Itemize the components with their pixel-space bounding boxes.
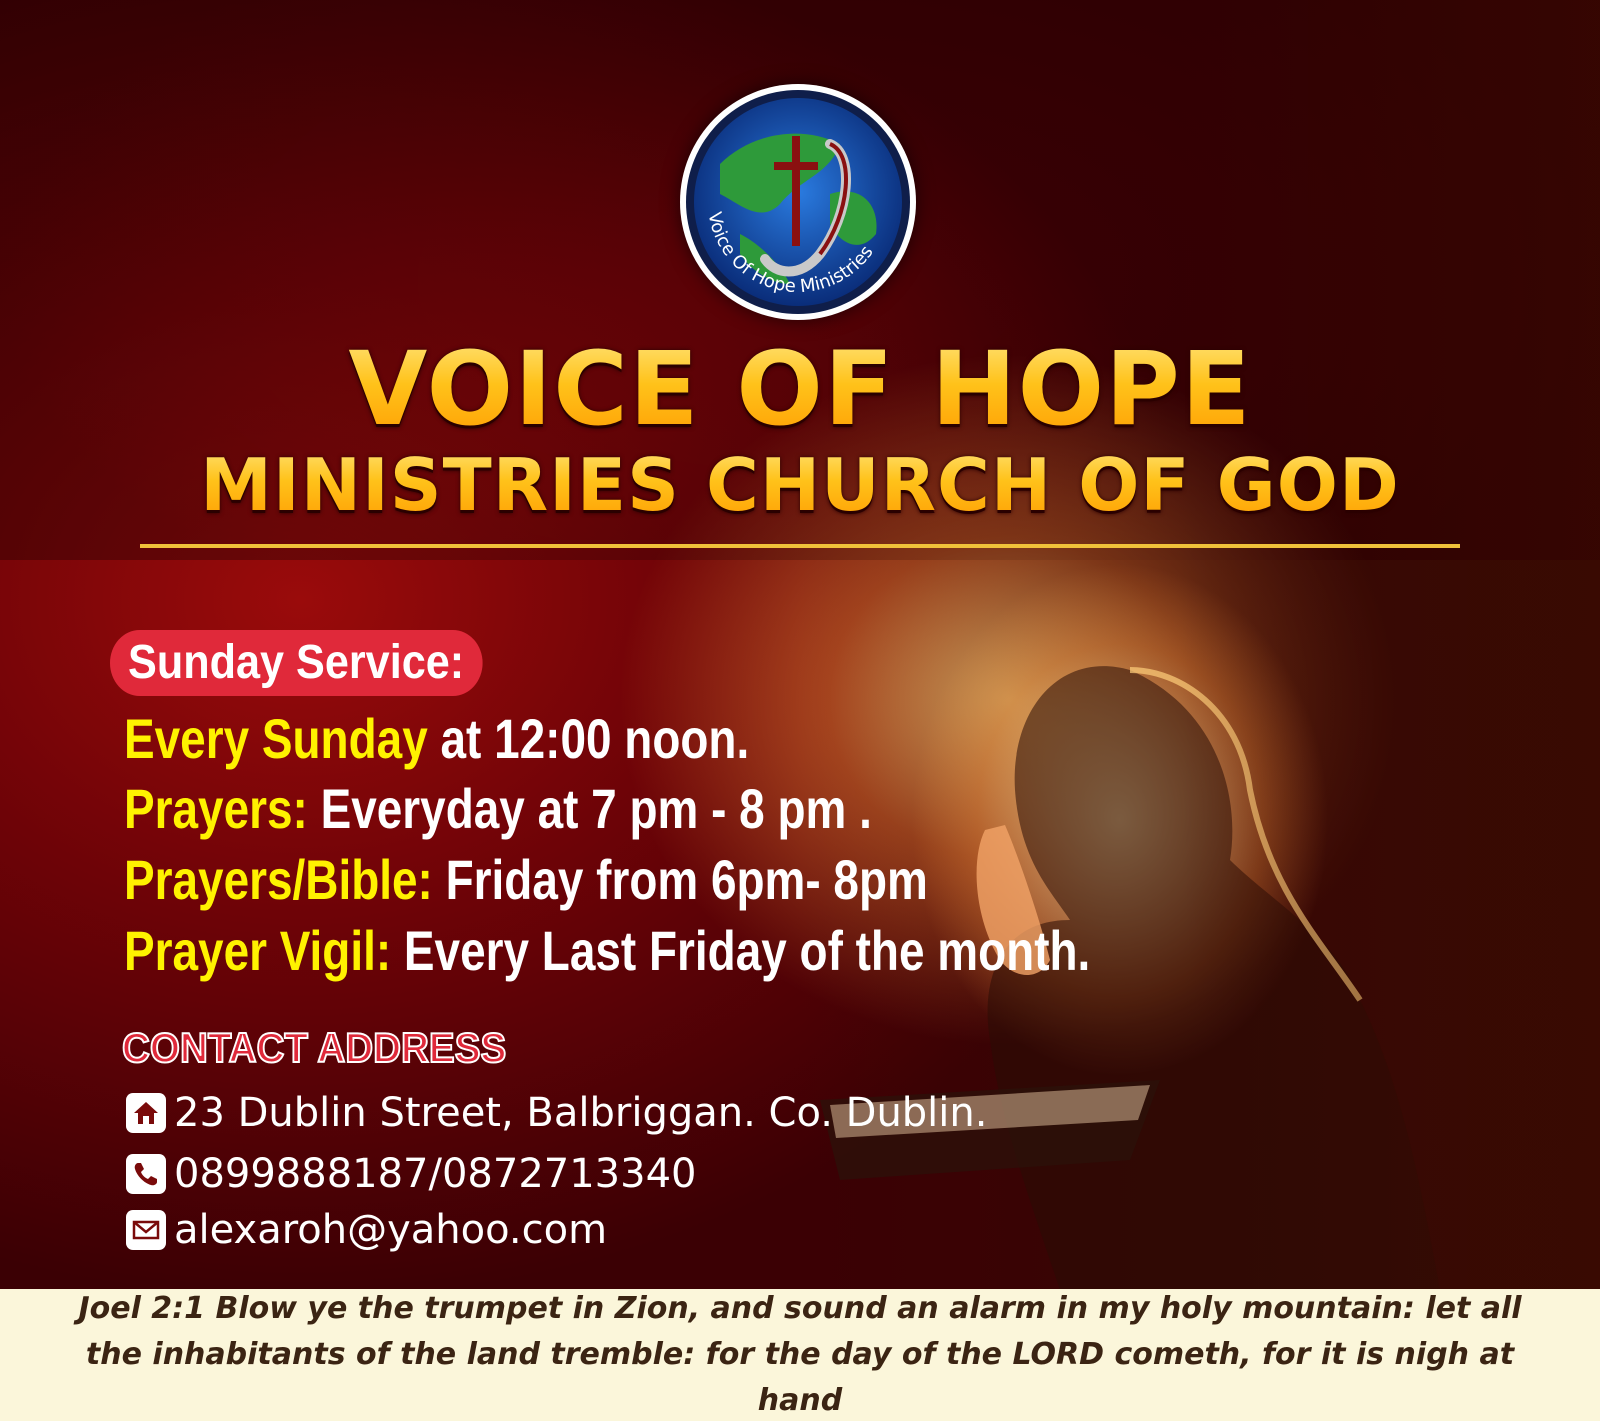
home-icon	[126, 1093, 166, 1133]
sunday-service-badge: Sunday Service:	[110, 630, 483, 696]
schedule-item: Prayer Vigil: Every Last Friday of the m…	[124, 916, 1090, 986]
schedule-text: at 12:00 noon.	[427, 707, 750, 770]
address-row: 23 Dublin Street, Balbriggan. Co. Dublin…	[126, 1087, 987, 1139]
schedule-item: Prayers/Bible: Friday from 6pm- 8pm	[124, 845, 928, 915]
schedule-label: Prayers/Bible:	[124, 848, 433, 911]
scripture-footer: Joel 2:1 Blow ye the trumpet in Zion, an…	[0, 1289, 1600, 1421]
scripture-verse: Joel 2:1 Blow ye the trumpet in Zion, an…	[78, 1291, 1522, 1418]
contact-heading: CONTACT ADDRESS	[121, 1023, 507, 1072]
phone-text[interactable]: 0899888187/0872713340	[174, 1148, 696, 1200]
address-text: 23 Dublin Street, Balbriggan. Co. Dublin…	[174, 1090, 988, 1136]
schedule-label: Prayers:	[124, 777, 308, 840]
ministry-logo: Voice Of Hope Ministries	[680, 84, 916, 320]
schedule-text: Friday from 6pm- 8pm	[432, 848, 928, 911]
gold-divider	[140, 544, 1460, 548]
title-line-1: VOICE OF HOPE	[0, 330, 1600, 450]
phone-row: 0899888187/0872713340	[126, 1148, 696, 1200]
phone-icon	[126, 1154, 166, 1194]
globe-cross-logo-icon: Voice Of Hope Ministries	[686, 90, 910, 314]
schedule-text: Every Last Friday of the month.	[391, 919, 1091, 982]
mail-icon	[126, 1210, 166, 1250]
schedule-text: Everyday at 7 pm - 8 pm .	[307, 777, 872, 840]
title-line-2: MINISTRIES CHURCH OF GOD	[0, 440, 1600, 530]
email-text[interactable]: alexaroh@yahoo.com	[174, 1204, 607, 1256]
schedule-item: Every Sunday at 12:00 noon.	[124, 704, 749, 774]
church-flyer: Voice Of Hope Ministries VOICE OF HOPE M…	[0, 0, 1600, 1421]
edge-shadow	[1180, 0, 1600, 1290]
schedule-label: Prayer Vigil:	[124, 919, 392, 982]
schedule-item: Prayers: Everyday at 7 pm - 8 pm .	[124, 774, 872, 844]
schedule-label: Every Sunday	[124, 707, 428, 770]
email-row: alexaroh@yahoo.com	[126, 1204, 607, 1256]
